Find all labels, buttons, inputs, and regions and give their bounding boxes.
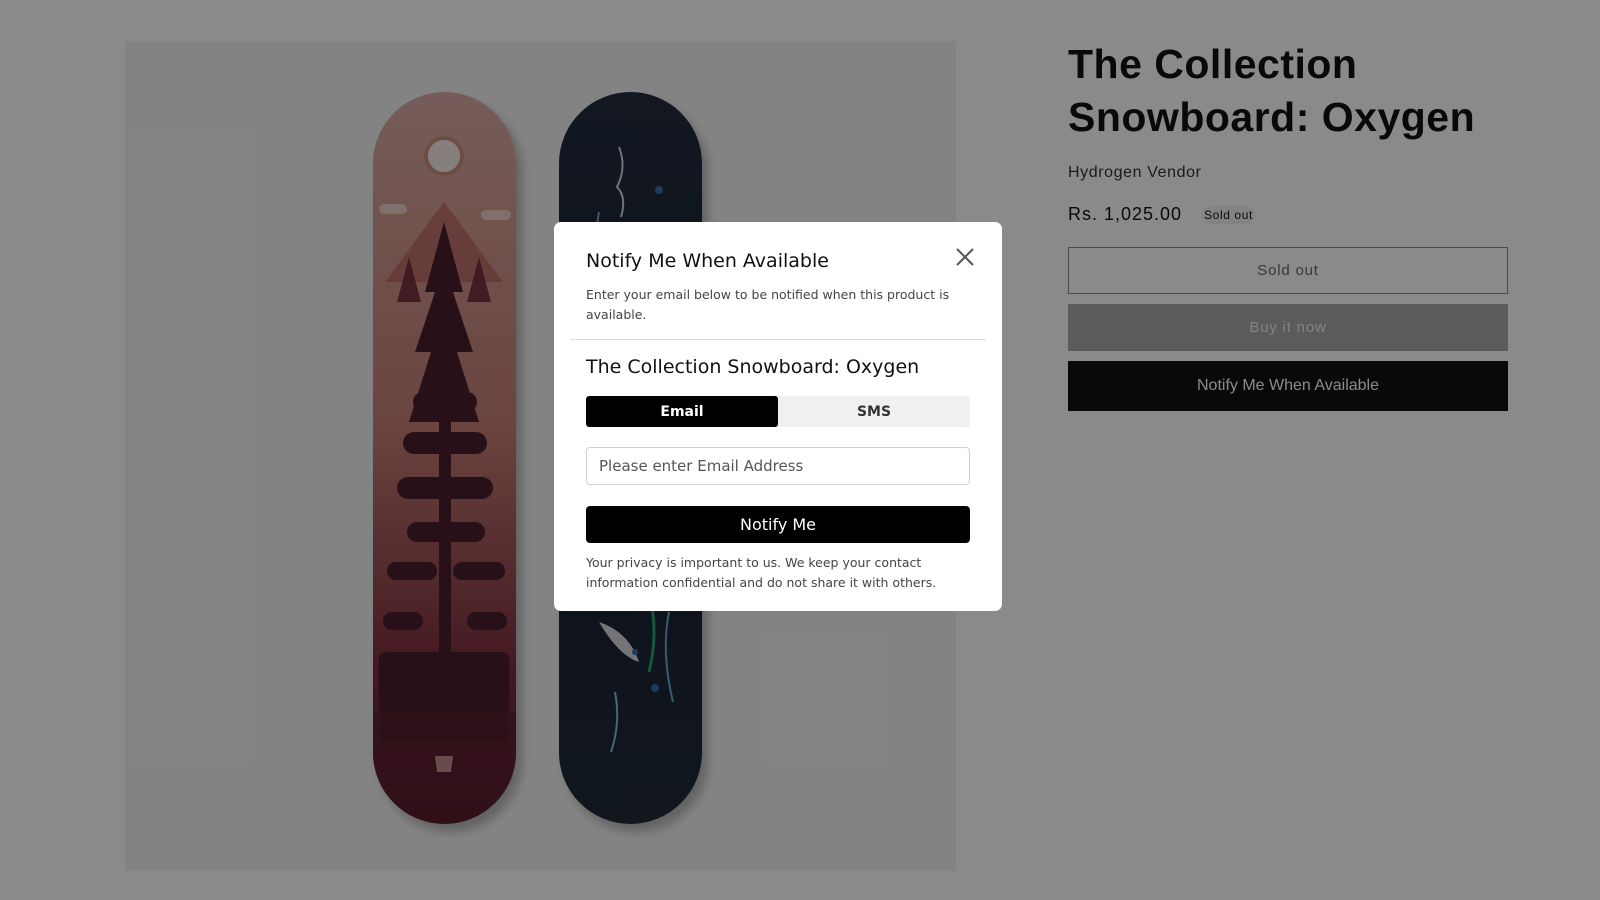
- channel-tabs: Email SMS: [586, 396, 970, 427]
- modal-product-name: The Collection Snowboard: Oxygen: [586, 356, 920, 378]
- tab-email[interactable]: Email: [586, 396, 778, 427]
- notify-modal: Notify Me When Available Enter your emai…: [554, 222, 1002, 611]
- close-icon[interactable]: [952, 244, 978, 270]
- notify-me-button[interactable]: Notify Me: [586, 506, 970, 543]
- modal-title: Notify Me When Available: [586, 250, 829, 272]
- modal-description: Enter your email below to be notified wh…: [586, 287, 950, 322]
- modal-divider: [570, 339, 986, 340]
- privacy-note: Your privacy is important to us. We keep…: [586, 555, 937, 590]
- tab-sms[interactable]: SMS: [778, 396, 970, 427]
- email-input[interactable]: [586, 447, 970, 485]
